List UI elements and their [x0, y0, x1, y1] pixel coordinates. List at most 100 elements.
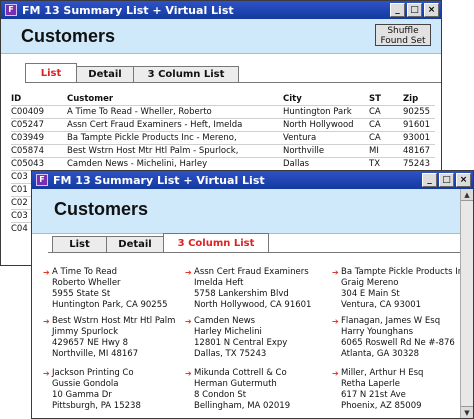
table-cell: C05247: [11, 118, 67, 132]
tab-list[interactable]: List: [25, 63, 77, 82]
card-street: 10 Gamma Dr: [52, 390, 112, 400]
table-cell: C05874: [11, 144, 67, 158]
column-header-city[interactable]: City: [283, 93, 369, 106]
page-title: Customers: [54, 199, 149, 219]
maximize-icon[interactable]: □: [439, 173, 454, 187]
card-cityline: Ventura, CA 93001: [341, 300, 422, 310]
arrow-right-icon: ➔: [43, 369, 50, 378]
card-contact: Herman Gutermuth: [194, 379, 277, 389]
tab-3-column-list[interactable]: 3 Column List: [133, 66, 239, 82]
arrow-right-icon: ➔: [332, 317, 339, 326]
back-window-title: FM 13 Summary List + Virtual List: [22, 3, 234, 17]
card-contact: Jimmy Spurlock: [52, 327, 118, 337]
card-street: 8 Condon St: [194, 390, 247, 400]
arrow-right-icon: ➔: [43, 268, 50, 277]
table-cell: 75243: [403, 157, 435, 171]
card-name: Best Wstrn Host Mtr Htl Palm: [52, 316, 176, 326]
card-cityline: Pittsburgh, PA 15238: [52, 401, 141, 411]
table-cell: CA: [369, 118, 403, 132]
table-cell: Camden News - Michelini, Harley: [67, 157, 283, 171]
card-street: 617 N 21st Ave: [341, 390, 406, 400]
card-street: 429657 NE Hwy 8: [52, 338, 129, 348]
tab-baseline: [48, 252, 463, 253]
table-cell: CA: [369, 131, 403, 145]
card-street: 12801 N Central Expy: [194, 338, 288, 348]
vertical-scrollbar[interactable]: ▲ ▼: [460, 189, 473, 418]
arrow-right-icon: ➔: [185, 268, 192, 277]
tab-detail[interactable]: Detail: [106, 236, 164, 252]
card-street: 5955 State St: [52, 289, 111, 299]
card-name: Ba Tampte Pickle Products Inc: [341, 267, 468, 277]
arrow-right-icon: ➔: [185, 369, 192, 378]
customer-card[interactable]: ➔ Mikunda Cottrell & Co Herman Gutermuth 8 …: [185, 368, 334, 412]
front-window-titlebar[interactable]: F FM 13 Summary List + Virtual List _ □ …: [32, 171, 473, 189]
card-cityline: North Hollywood, CA 91601: [194, 300, 312, 310]
table-cell: Northville: [283, 144, 369, 158]
customer-card[interactable]: ➔ A Time To Read Roberto Wheller 5955 State…: [43, 267, 192, 311]
card-name: Camden News: [194, 316, 256, 326]
table-row[interactable]: C03949 Ba Tampte Pickle Products Inc - Me…: [11, 131, 435, 145]
table-cell: C00409: [11, 105, 67, 119]
minimize-icon[interactable]: _: [422, 173, 437, 187]
table-row[interactable]: C05043 Camden News - Michelini, Harley Dal…: [11, 157, 435, 171]
front-window-title: FM 13 Summary List + Virtual List: [53, 173, 265, 187]
app-icon: F: [36, 174, 48, 186]
card-street: 5758 Lankershim Blvd: [194, 289, 289, 299]
card-cityline: Huntington Park, CA 90255: [52, 300, 168, 310]
close-icon[interactable]: ×: [424, 3, 439, 17]
customer-card[interactable]: ➔ Jackson Printing Co Gussie Gondola 10 Gam…: [43, 368, 192, 412]
table-cell: 48167: [403, 144, 435, 158]
tab-list[interactable]: List: [52, 236, 107, 252]
column-header-zip[interactable]: Zip: [403, 93, 435, 106]
back-window-titlebar[interactable]: F FM 13 Summary List + Virtual List _ □ …: [1, 1, 441, 19]
card-name: Mikunda Cottrell & Co: [194, 368, 287, 378]
customer-card[interactable]: ➔ Ba Tampte Pickle Products Inc Graig Mere…: [332, 267, 473, 311]
close-icon[interactable]: ×: [456, 173, 471, 187]
arrow-right-icon: ➔: [332, 369, 339, 378]
card-cityline: Phoenix, AZ 85009: [341, 401, 422, 411]
scroll-up-icon[interactable]: ▲: [461, 189, 473, 201]
customer-card[interactable]: ➔ Assn Cert Fraud Examiners Imelda Heft 575…: [185, 267, 334, 311]
card-street: 304 E Main St: [341, 289, 400, 299]
shuffle-found-set-button[interactable]: Shuffle Found Set: [375, 24, 431, 46]
card-contact: Imelda Heft: [194, 278, 244, 288]
card-name: Miller, Arthur H Esq: [341, 368, 424, 378]
column-header-id[interactable]: ID: [11, 93, 67, 106]
tab-detail[interactable]: Detail: [76, 66, 134, 82]
front-tabs: List Detail 3 Column List: [52, 233, 269, 252]
table-cell: Assn Cert Fraud Examiners - Heft, Imelda: [67, 118, 283, 132]
card-contact: Roberto Wheller: [52, 278, 121, 288]
table-cell: TX: [369, 157, 403, 171]
table-cell: Best Wstrn Host Mtr Htl Palm - Spurlock,: [67, 144, 283, 158]
column-header-customer[interactable]: Customer: [67, 93, 283, 106]
arrow-right-icon: ➔: [185, 317, 192, 326]
card-name: A Time To Read: [52, 267, 118, 277]
tab-3-column-list[interactable]: 3 Column List: [163, 233, 269, 252]
table-cell: Ba Tampte Pickle Products Inc - Mereno,: [67, 131, 283, 145]
card-cityline: Dallas, TX 75243: [194, 349, 267, 359]
scroll-down-icon[interactable]: ▼: [461, 406, 473, 418]
minimize-icon[interactable]: _: [390, 3, 405, 17]
window-controls: _ □ ×: [422, 173, 471, 187]
back-header: Customers Shuffle Found Set: [1, 19, 441, 54]
card-name: Assn Cert Fraud Examiners: [194, 267, 309, 277]
card-cityline: Atlanta, GA 30328: [341, 349, 420, 359]
customer-card[interactable]: ➔ Best Wstrn Host Mtr Htl Palm Jimmy Spurl…: [43, 316, 192, 360]
table-row[interactable]: C05874 Best Wstrn Host Mtr Htl Palm - Spu…: [11, 144, 435, 158]
card-street: 6065 Roswell Rd Ne #-876: [341, 338, 455, 348]
table-cell: CA: [369, 105, 403, 119]
table-row[interactable]: C00409 A Time To Read - Wheller, Roberto H…: [11, 105, 435, 119]
customer-card[interactable]: ➔ Flanagan, James W Esq Harry Younghans 606…: [332, 316, 473, 360]
customer-card[interactable]: ➔ Camden News Harley Michelini 12801 N Cent…: [185, 316, 334, 360]
card-contact: Harley Michelini: [194, 327, 262, 337]
maximize-icon[interactable]: □: [407, 3, 422, 17]
customer-card[interactable]: ➔ Miller, Arthur H Esq Retha Laperle 617 N …: [332, 368, 473, 412]
column-header-st[interactable]: ST: [369, 93, 403, 106]
card-contact: Retha Laperle: [341, 379, 401, 389]
front-window: F FM 13 Summary List + Virtual List _ □ …: [31, 170, 474, 419]
table-cell: 90255: [403, 105, 435, 119]
table-row[interactable]: C05247 Assn Cert Fraud Examiners - Heft, …: [11, 118, 435, 132]
app-icon: F: [5, 4, 17, 16]
table-header-row: ID Customer City ST Zip: [11, 93, 435, 106]
front-header: Customers: [32, 189, 461, 234]
